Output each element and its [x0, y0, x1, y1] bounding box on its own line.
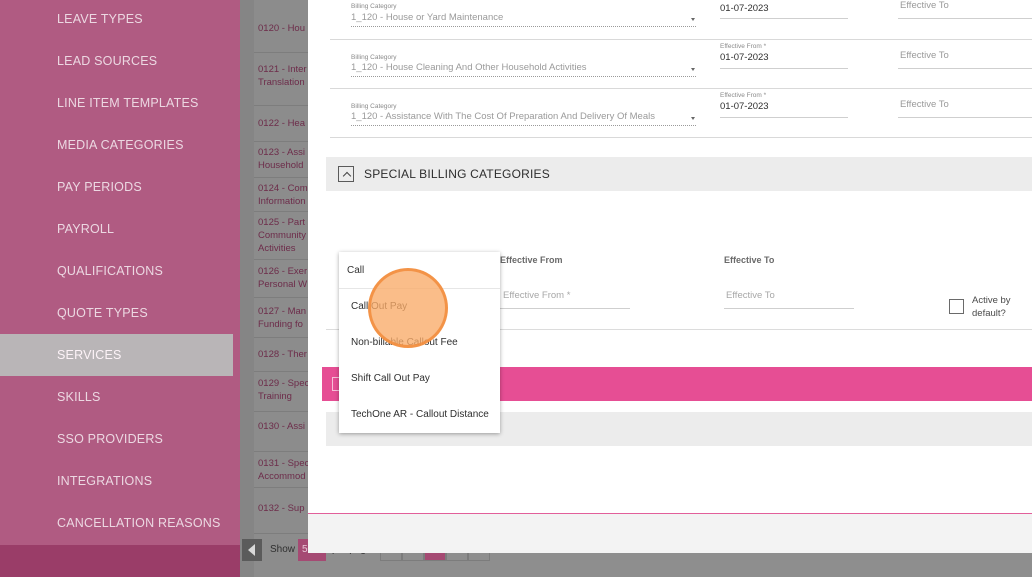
select-underline: [351, 26, 696, 27]
sidebar-item-skills[interactable]: SKILLS: [0, 376, 233, 418]
sidebar-item-services[interactable]: SERVICES: [0, 334, 233, 376]
billing-category-select[interactable]: 1_120 - House Cleaning And Other Househo…: [351, 62, 587, 73]
input-underline: [500, 308, 630, 309]
dropdown-option-shift-call-out-pay[interactable]: Shift Call Out Pay: [339, 361, 500, 397]
list-item-text: Funding fo: [258, 319, 303, 330]
effective-to-header: Effective To: [724, 255, 775, 265]
chevron-up-icon[interactable]: [338, 166, 354, 182]
billing-category-select[interactable]: 1_120 - Assistance With The Cost Of Prep…: [351, 111, 655, 122]
list-item-text: Personal W: [258, 279, 308, 290]
pager-show-label: Show: [270, 544, 296, 555]
sidebar-item-line-item-templates[interactable]: LINE ITEM TEMPLATES: [0, 82, 233, 124]
list-item-text: 0129 - Spec: [258, 378, 310, 389]
active-by-default-label: Active by default?: [972, 295, 1011, 319]
effective-from-input[interactable]: 01-07-2023: [720, 101, 769, 112]
sidebar-footer: [0, 545, 240, 577]
list-item-text: Accommod: [258, 471, 306, 482]
list-item-text: 0126 - Exer: [258, 266, 308, 277]
sidebar-item-quote-types[interactable]: QUOTE TYPES: [0, 292, 233, 334]
list-item-text: Information: [258, 196, 306, 207]
section-title: SPECIAL BILLING CATEGORIES: [364, 167, 550, 181]
billing-category-label: Billing Category: [351, 54, 397, 61]
billing-category-label: Billing Category: [351, 3, 397, 10]
dropdown-option-techone-ar-callout-distance[interactable]: TechOne AR - Callout Distance: [339, 397, 500, 433]
list-item-text: Training: [258, 391, 292, 402]
list-item-text: 0124 - Com: [258, 183, 308, 194]
effective-to-input[interactable]: Effective To: [900, 50, 949, 61]
effective-to-input[interactable]: Effective To: [900, 99, 949, 110]
sidebar-item-lead-sources[interactable]: LEAD SOURCES: [0, 40, 233, 82]
list-item-text: 0123 - Assi: [258, 147, 305, 158]
sidebar-item-sso-providers[interactable]: SSO PROVIDERS: [0, 418, 233, 460]
effective-from-input[interactable]: 01-07-2023: [720, 3, 769, 14]
special-billing-section-header[interactable]: SPECIAL BILLING CATEGORIES: [326, 157, 1032, 191]
input-underline: [720, 68, 848, 69]
list-item-text: 0131 - Spec: [258, 458, 310, 469]
input-underline: [898, 18, 1032, 19]
sidebar-item-pay-periods[interactable]: PAY PERIODS: [0, 166, 233, 208]
billing-category-row: Billing Category 1_120 - House Cleaning …: [330, 40, 1032, 89]
list-scroll-strip: [240, 0, 254, 577]
sidebar-item-cancellation-reasons[interactable]: CANCELLATION REASONS: [0, 502, 233, 544]
list-item-text: Household: [258, 160, 304, 171]
chevron-down-icon[interactable]: [691, 68, 695, 71]
pagination-prev-icon[interactable]: [242, 539, 262, 561]
input-underline: [898, 117, 1032, 118]
input-underline: [898, 68, 1032, 69]
dropdown-search-value: Call: [347, 265, 365, 276]
special-effective-to-input[interactable]: Effective To: [726, 290, 775, 301]
billing-category-row: Billing Category 1_120 - Assistance With…: [330, 89, 1032, 138]
select-underline: [351, 76, 696, 77]
special-effective-from-input[interactable]: Effective From *: [503, 290, 570, 301]
list-item-text: 0132 - Sup: [258, 503, 305, 514]
input-underline: [724, 308, 854, 309]
list-item-text: 0128 - Ther: [258, 349, 307, 360]
billing-category-label: Billing Category: [351, 103, 397, 110]
sidebar-item-media-categories[interactable]: MEDIA CATEGORIES: [0, 124, 233, 166]
list-item-text: Community: [258, 230, 307, 241]
effective-to-input[interactable]: Effective To: [900, 0, 949, 11]
effective-from-input[interactable]: 01-07-2023: [720, 52, 769, 63]
sidebar-item-payroll[interactable]: PAYROLL: [0, 208, 233, 250]
effective-from-header: Effective From: [500, 255, 563, 265]
effective-from-label: Effective From *: [720, 92, 767, 99]
billing-category-select[interactable]: 1_120 - House or Yard Maintenance: [351, 12, 503, 23]
click-indicator: [368, 268, 448, 348]
input-underline: [720, 117, 848, 118]
chevron-down-icon[interactable]: [691, 117, 695, 120]
list-item-text: 0130 - Assi: [258, 421, 305, 432]
billing-category-row: Billing Category 1_120 - House or Yard M…: [330, 0, 1032, 40]
sidebar: LEAVE TYPES LEAD SOURCES LINE ITEM TEMPL…: [0, 0, 240, 577]
list-item-text: 0125 - Part: [258, 217, 305, 228]
effective-from-label: Effective From *: [720, 43, 767, 50]
active-by-default-checkbox[interactable]: [949, 299, 964, 314]
list-item-text: 0127 - Man: [258, 306, 307, 317]
sidebar-item-leave-types[interactable]: LEAVE TYPES: [0, 0, 233, 40]
sidebar-item-integrations[interactable]: INTEGRATIONS: [0, 460, 233, 502]
list-item-text: 0121 - Inter: [258, 64, 307, 75]
sidebar-item-qualifications[interactable]: QUALIFICATIONS: [0, 250, 233, 292]
modal-footer: [308, 514, 1032, 553]
input-underline: [720, 18, 848, 19]
select-underline: [351, 125, 696, 126]
list-item-text: 0122 - Hea: [258, 118, 306, 129]
chevron-down-icon[interactable]: [691, 18, 695, 21]
list-item-text: Activities: [258, 243, 296, 254]
list-item-text: 0120 - Hou: [258, 23, 306, 34]
list-item-text: Translation: [258, 77, 305, 88]
